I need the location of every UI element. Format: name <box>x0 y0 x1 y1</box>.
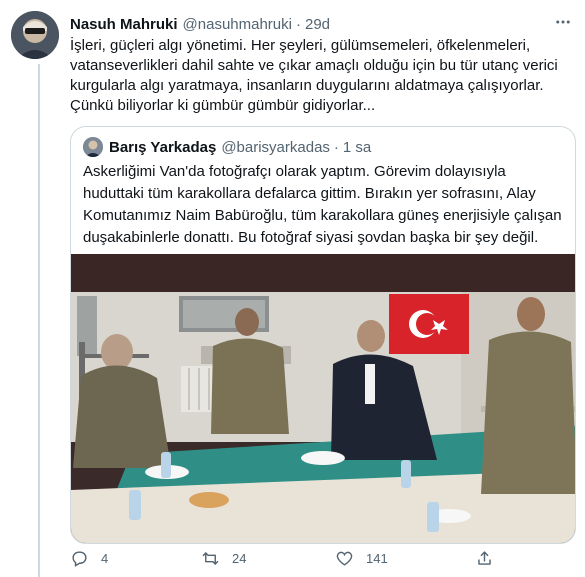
retweet-button[interactable]: 24 <box>201 546 246 570</box>
tweet-actions: 4 24 141 <box>70 546 575 570</box>
user-handle[interactable]: @nasuhmahruki <box>183 16 292 33</box>
quoted-header: Barış Yarkadaş @barisyarkadas · 1 sa <box>83 137 371 157</box>
reply-count: 4 <box>101 550 109 566</box>
more-button[interactable] <box>553 12 573 32</box>
separator-dot: · <box>295 15 301 33</box>
quoted-timestamp: 1 sa <box>342 138 372 156</box>
retweet-count: 24 <box>232 550 247 566</box>
reply-icon <box>72 550 87 567</box>
quoted-display-name: Barış Yarkadaş <box>109 138 217 156</box>
like-button[interactable]: 141 <box>335 546 388 570</box>
avatar[interactable] <box>11 11 59 59</box>
share-button[interactable] <box>475 546 494 570</box>
quoted-tweet[interactable]: Barış Yarkadaş @barisyarkadas · 1 sa Ask… <box>70 126 576 544</box>
tweet-header: Nasuh Mahruki @nasuhmahruki · 29d <box>70 14 330 34</box>
retweet-icon <box>202 551 219 565</box>
quoted-avatar <box>83 137 103 157</box>
tweet[interactable]: Nasuh Mahruki @nasuhmahruki · 29d İşleri… <box>0 0 585 577</box>
timestamp[interactable]: 29d <box>305 16 330 33</box>
display-name[interactable]: Nasuh Mahruki <box>70 16 178 33</box>
like-count: 141 <box>366 550 388 566</box>
reply-button[interactable]: 4 <box>70 546 108 570</box>
quoted-text: Askerliğimi Van'da fotoğrafçı olarak yap… <box>83 163 562 246</box>
share-icon <box>478 550 491 565</box>
quoted-handle: @barisyarkadas <box>221 138 330 156</box>
tweet-photo[interactable] <box>71 254 575 543</box>
tweet-text: İşleri, güçleri algı yönetimi. Her şeyle… <box>70 37 558 114</box>
thread-line <box>38 64 40 577</box>
like-icon <box>336 551 353 566</box>
quoted-separator-dot: · <box>333 138 339 156</box>
more-icon <box>556 20 570 24</box>
